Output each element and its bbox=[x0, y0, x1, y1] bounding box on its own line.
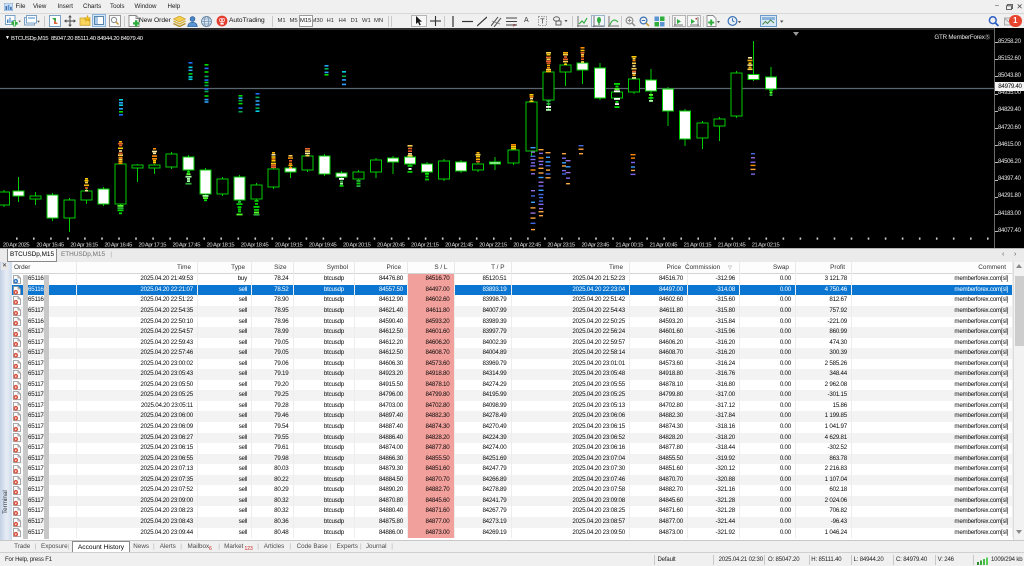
svg-text:T: T bbox=[540, 19, 545, 26]
svg-text:F: F bbox=[513, 23, 516, 27]
